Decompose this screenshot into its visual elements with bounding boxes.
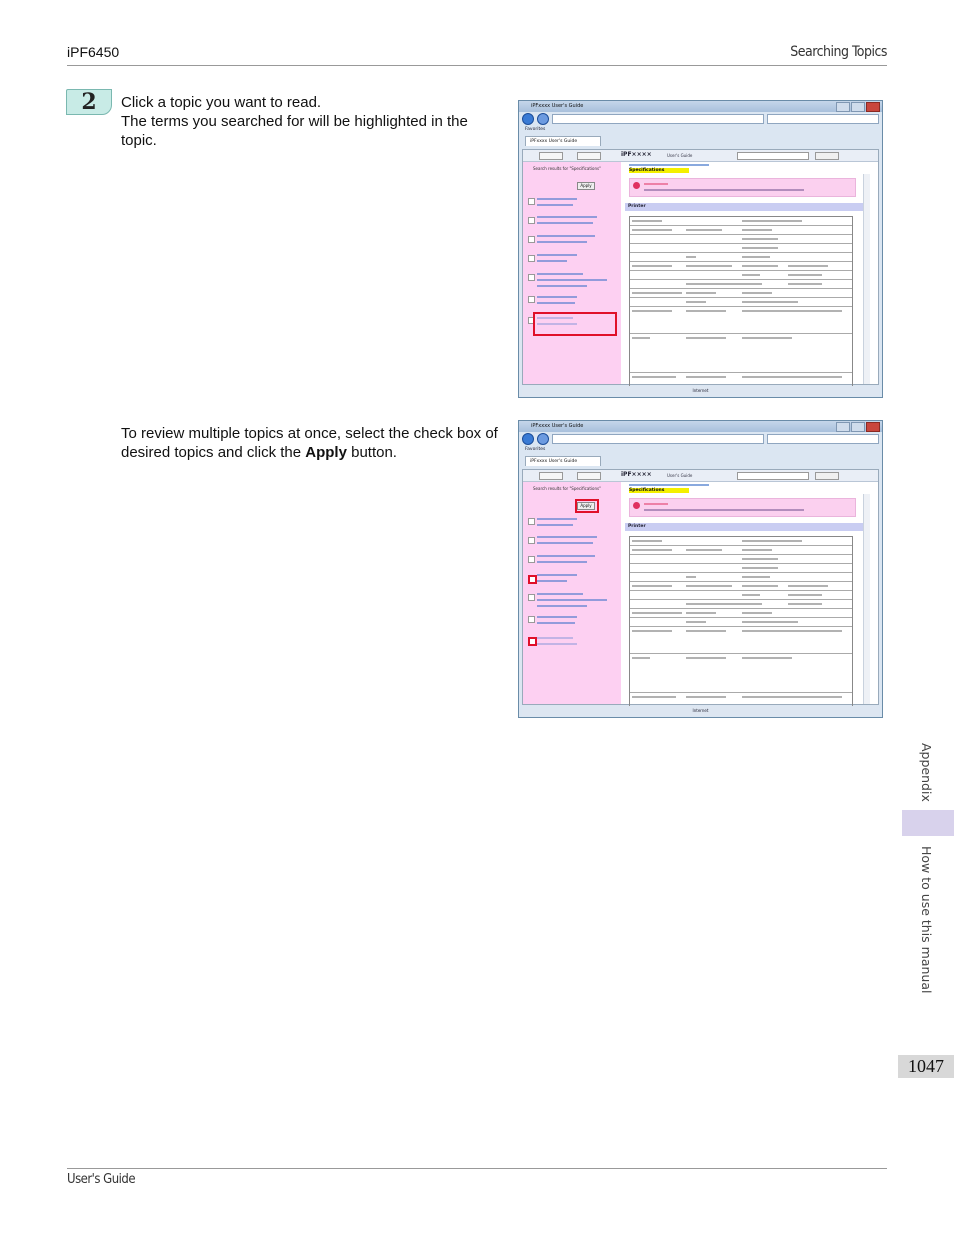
brand-label: iPF×××× — [621, 471, 652, 478]
page-content: iPF×××× User's Guide Search results for … — [522, 469, 879, 708]
guide-toolbar: iPF×××× User's Guide — [523, 150, 878, 162]
bing-search-box — [767, 113, 879, 124]
address-row — [519, 112, 882, 125]
footer-doc-title: User's Guide — [67, 1172, 136, 1187]
brand-label: iPF×××× — [621, 151, 652, 158]
step-instructions: Click a topic you want to read. The term… — [121, 93, 501, 150]
printer-heading: Printer — [625, 523, 863, 531]
forward-icon — [537, 112, 549, 125]
window-title: iPFxxxx User's Guide — [519, 421, 882, 432]
spec-table — [629, 536, 853, 708]
highlighted-topic-box — [533, 312, 617, 336]
sidebar-section-label[interactable]: Appendix — [919, 743, 934, 802]
instruction-text-end: button. — [346, 444, 397, 461]
instruction-line-1: Click a topic you want to read. — [121, 94, 322, 111]
forward-icon — [537, 432, 549, 445]
results-heading: Search results for "Specifications" — [533, 166, 601, 171]
scrollbar — [863, 494, 870, 704]
page-title: Specifications — [629, 488, 689, 493]
index-tab — [577, 472, 601, 480]
browser-tab: iPFxxxx User's Guide — [525, 136, 601, 146]
window-controls — [836, 422, 880, 432]
bing-search-box — [767, 433, 879, 444]
page-number: 1047 — [898, 1055, 954, 1078]
sidebar-subsection-label[interactable]: How to use this manual — [919, 846, 934, 993]
instruction-line-2: The terms you searched for will be highl… — [121, 113, 468, 149]
favorites-bar: Favorites — [525, 447, 546, 452]
important-icon — [633, 182, 640, 189]
favorites-bar: Favorites — [525, 127, 546, 132]
address-row — [519, 432, 882, 445]
window-controls — [836, 102, 880, 112]
status-bar: Internet — [522, 706, 879, 716]
guide-search-button — [815, 152, 839, 160]
guide-search-input — [737, 472, 809, 480]
results-heading: Search results for "Specifications" — [533, 486, 601, 491]
contents-tab — [539, 472, 563, 480]
browser-screenshot-2: iPFxxxx User's Guide Favorites iPFxxxx U… — [518, 420, 883, 718]
guide-toolbar: iPF×××× User's Guide — [523, 470, 878, 482]
page-title: Specifications — [629, 168, 689, 173]
address-bar — [552, 113, 764, 124]
step-number-badge: 2 — [66, 89, 112, 115]
header-divider — [67, 65, 887, 66]
guide-label: User's Guide — [667, 473, 693, 478]
multi-topic-instructions: To review multiple topics at once, selec… — [121, 424, 501, 462]
index-tab — [577, 152, 601, 160]
search-results-pane: Search results for "Specifications" Appl… — [523, 482, 621, 704]
apply-button: Apply — [577, 182, 595, 190]
page-content: iPF×××× User's Guide Search results for … — [522, 149, 879, 388]
status-bar: Internet — [522, 386, 879, 396]
window-title: iPFxxxx User's Guide — [519, 101, 882, 112]
contents-tab — [539, 152, 563, 160]
guide-search-button — [815, 472, 839, 480]
address-bar — [552, 433, 764, 444]
back-icon — [522, 432, 534, 445]
section-title: Searching Topics — [790, 44, 887, 60]
topic-pane: Specifications Printer — [623, 482, 870, 708]
guide-search-input — [737, 152, 809, 160]
important-note — [629, 498, 856, 517]
footer-divider — [67, 1168, 887, 1169]
scrollbar — [863, 174, 870, 384]
browser-tab: iPFxxxx User's Guide — [525, 456, 601, 466]
search-results-pane: Search results for "Specifications" Appl… — [523, 162, 621, 384]
guide-label: User's Guide — [667, 153, 693, 158]
apply-word: Apply — [305, 444, 347, 461]
browser-screenshot-1: iPFxxxx User's Guide Favorites iPFxxxx U… — [518, 100, 883, 398]
apply-highlight — [575, 499, 599, 513]
model-name: iPF6450 — [67, 44, 120, 60]
sidebar-marker — [902, 810, 954, 836]
important-note — [629, 178, 856, 197]
spec-table — [629, 216, 853, 388]
important-icon — [633, 502, 640, 509]
back-icon — [522, 112, 534, 125]
printer-heading: Printer — [625, 203, 863, 211]
topic-pane: Specifications Printer — [623, 162, 870, 388]
